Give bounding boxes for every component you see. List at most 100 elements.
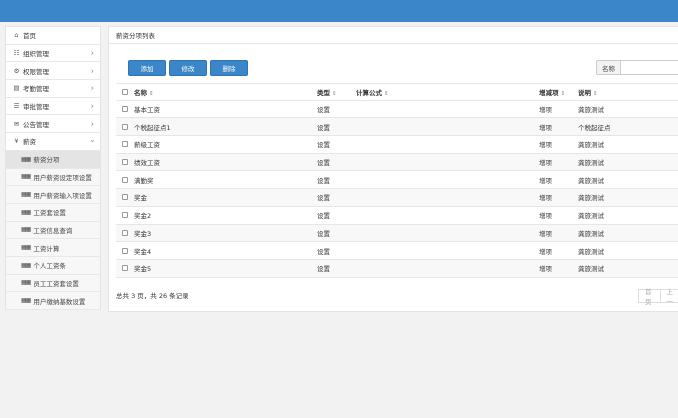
sidebar-subitem-salary-calc[interactable]: ▦▦ 工资计算 xyxy=(6,239,100,257)
table-row[interactable]: 基本工资 设置 增项 龚旅测试 xyxy=(116,101,678,119)
cell-name: 奖金5 xyxy=(134,265,152,274)
row-checkbox[interactable] xyxy=(122,247,128,254)
sort-icon: ⇕ xyxy=(149,90,154,97)
sidebar-subitem-payslip[interactable]: ▦▦ 个人工资条 xyxy=(6,256,100,275)
header-inc[interactable]: 增减项 ⇕ xyxy=(539,87,578,97)
sidebar-subitem-user-input-items[interactable]: ▦▦ 用户薪资输入项设置 xyxy=(6,186,100,204)
cell-inc: 增项 xyxy=(539,159,552,168)
cell-desc: 个税起征点 xyxy=(578,123,611,132)
first-page-button[interactable]: 首页 xyxy=(638,288,661,306)
table-row[interactable]: 奖金3 设置 增项 龚旅测试 xyxy=(116,224,678,243)
table-row[interactable]: 奖金 设置 增项 龚旅测试 xyxy=(116,189,678,207)
prev-page-button[interactable]: 上一 xyxy=(660,288,678,306)
header-formula[interactable]: 计算公式 ⇕ xyxy=(356,87,539,97)
pagination-summary: 总共 3 页，共 26 条记录 xyxy=(116,292,189,300)
table-row[interactable]: 个税起征点1 设置 增项 个税起征点 xyxy=(116,118,678,137)
sidebar-subitem-label: 工资计算 xyxy=(33,244,60,253)
chevron-right-icon: › xyxy=(90,48,94,58)
row-checkbox[interactable] xyxy=(122,176,128,183)
row-checkbox[interactable] xyxy=(122,212,128,219)
sidebar-item-permission[interactable]: ⚙ 权限管理 › xyxy=(6,62,100,81)
sidebar-item-label: 公告管理 xyxy=(23,120,49,129)
cell-type: 设置 xyxy=(317,212,330,221)
panel-header: 薪资分项列表 xyxy=(109,27,678,44)
sidebar-subitem-label: 用户薪资输入项设置 xyxy=(33,191,92,200)
sidebar-item-home[interactable]: ⌂ 首页 xyxy=(6,27,100,45)
row-checkbox[interactable] xyxy=(122,265,128,272)
yen-icon: ¥ xyxy=(14,137,19,146)
row-checkbox[interactable] xyxy=(122,194,128,201)
sidebar: ⌂ 首页 ☷ 组织管理 › ⚙ 权限管理 › ▤ 考勤管理 › ☰ 审批管理 ›… xyxy=(5,26,101,310)
table-row[interactable]: 奖金2 设置 增项 龚旅测试 xyxy=(116,207,678,225)
header-name[interactable]: 名称 ⇕ xyxy=(134,87,317,97)
row-select-cell xyxy=(116,159,134,166)
cell-type: 设置 xyxy=(317,106,330,115)
row-select-cell xyxy=(116,176,134,183)
cell-desc: 龚旅测试 xyxy=(578,194,604,203)
row-checkbox[interactable] xyxy=(122,141,128,148)
row-checkbox[interactable] xyxy=(122,159,128,166)
org-chart-icon: ☷ xyxy=(13,49,20,58)
select-all-cell xyxy=(116,88,134,95)
search-input[interactable] xyxy=(621,60,678,75)
cell-name: 奖金4 xyxy=(134,247,152,256)
row-checkbox[interactable] xyxy=(122,123,128,130)
sidebar-item-attendance[interactable]: ▤ 考勤管理 › xyxy=(6,80,100,98)
sidebar-item-org[interactable]: ☷ 组织管理 › xyxy=(6,45,100,63)
search-group: 名称 xyxy=(596,60,678,75)
sidebar-item-approval[interactable]: ☰ 审批管理 › xyxy=(6,98,100,116)
sidebar-item-label: 权限管理 xyxy=(23,67,49,76)
cell-name: 绩效工资 xyxy=(134,159,160,168)
top-bar xyxy=(0,0,678,22)
sidebar-subitem-contribution-base[interactable]: ▦▦ 用户缴纳基数设置 xyxy=(6,292,100,310)
cell-name: 个税起征点1 xyxy=(134,123,171,132)
sidebar-subitem-employee-salary-set[interactable]: ▦▦ 员工工资套设置 xyxy=(6,274,100,293)
cell-desc: 龚旅测试 xyxy=(578,176,604,185)
table-row[interactable]: 绩效工资 设置 增项 龚旅测试 xyxy=(116,153,678,172)
cell-name: 奖金 xyxy=(134,194,147,203)
calendar-icon: ▤ xyxy=(13,84,20,93)
cell-inc: 增项 xyxy=(539,194,552,203)
grid-icon: ▦▦ xyxy=(21,244,31,252)
chevron-right-icon: › xyxy=(90,119,94,129)
table-row[interactable]: 薪级工资 设置 增项 龚旅测试 xyxy=(116,136,678,154)
grid-icon: ▦▦ xyxy=(21,191,31,199)
sidebar-subitem-salary-query[interactable]: ▦▦ 工资信息查询 xyxy=(6,221,100,240)
cell-inc: 增项 xyxy=(539,247,552,256)
cell-desc: 龚旅测试 xyxy=(578,265,604,274)
sidebar-item-notice[interactable]: ✉ 公告管理 › xyxy=(6,115,100,134)
table-row[interactable]: 满勤奖 设置 增项 龚旅测试 xyxy=(116,171,678,190)
cell-type: 设置 xyxy=(317,176,330,185)
row-select-cell xyxy=(116,229,134,236)
cell-inc: 增项 xyxy=(539,212,552,221)
row-checkbox[interactable] xyxy=(122,229,128,236)
select-all-checkbox[interactable] xyxy=(122,88,128,95)
table-row[interactable]: 奖金5 设置 增项 龚旅测试 xyxy=(116,259,678,278)
sidebar-subitem-user-setting-items[interactable]: ▦▦ 用户薪资设定项设置 xyxy=(6,168,100,187)
cell-type: 设置 xyxy=(317,159,330,168)
row-select-cell xyxy=(116,123,134,130)
table-row[interactable]: 奖金4 设置 增项 龚旅测试 xyxy=(116,242,678,260)
sidebar-subitem-salary-items[interactable]: ▦▦ 薪资分项 xyxy=(6,150,100,169)
sidebar-subitem-label: 员工工资套设置 xyxy=(33,279,79,288)
header-type[interactable]: 类型 ⇕ xyxy=(317,87,356,97)
delete-button[interactable]: 删除 xyxy=(210,60,248,76)
chevron-right-icon: › xyxy=(90,66,94,76)
chevron-right-icon: › xyxy=(90,101,94,111)
cell-desc: 龚旅测试 xyxy=(578,212,604,221)
sidebar-subitem-salary-set[interactable]: ▦▦ 工资套设置 xyxy=(6,203,100,222)
row-checkbox[interactable] xyxy=(122,106,128,113)
sort-icon: ⇕ xyxy=(332,90,337,97)
cell-desc: 龚旅测试 xyxy=(578,141,604,150)
grid-icon: ▦▦ xyxy=(21,261,31,269)
sidebar-subitem-label: 用户缴纳基数设置 xyxy=(33,297,86,306)
cell-type: 设置 xyxy=(317,247,330,256)
cell-inc: 增项 xyxy=(539,229,552,238)
pagination: 首页 上一 xyxy=(638,288,678,306)
search-label: 名称 xyxy=(596,60,621,75)
list-icon: ☰ xyxy=(13,102,20,111)
edit-button[interactable]: 修改 xyxy=(169,60,207,76)
header-desc[interactable]: 说明 ⇕ xyxy=(578,87,668,97)
add-button[interactable]: 添加 xyxy=(128,60,166,76)
sidebar-item-salary[interactable]: ¥ 薪资 › xyxy=(6,133,100,151)
